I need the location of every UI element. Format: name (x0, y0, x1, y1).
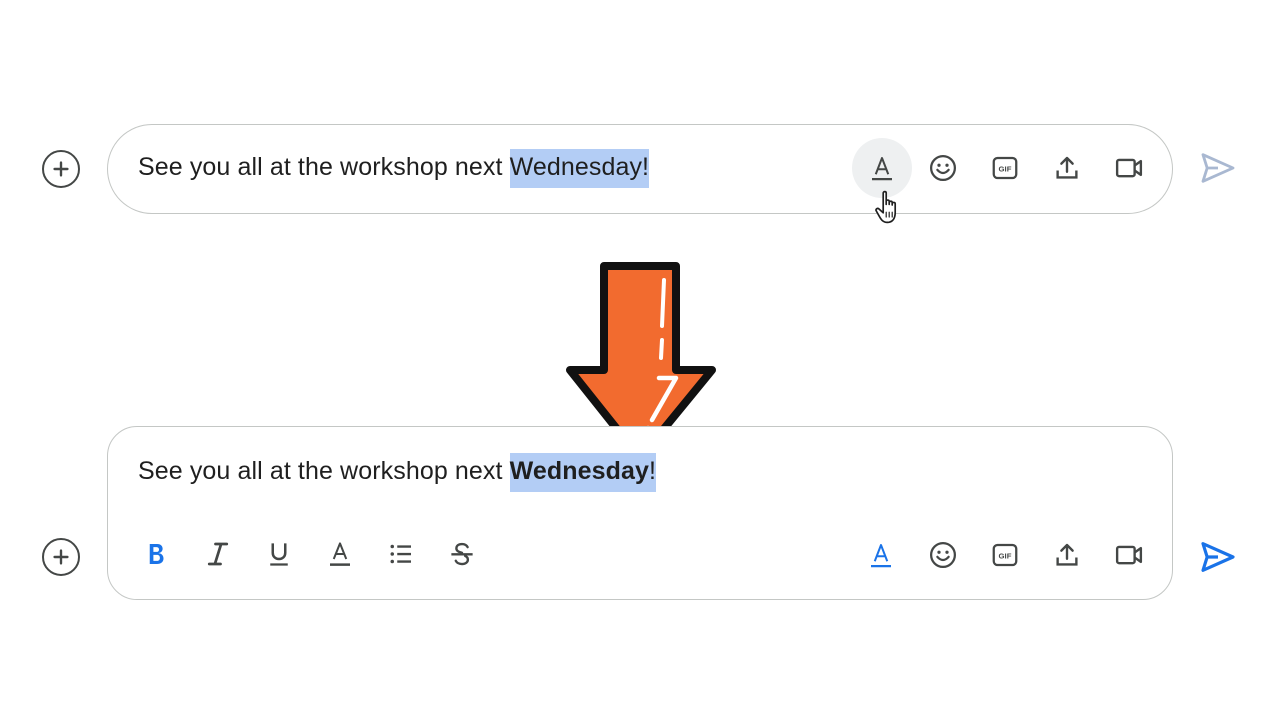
selected-suffix: ! (648, 457, 657, 485)
send-icon (1201, 542, 1235, 572)
add-circle-icon (53, 161, 69, 177)
gif-button[interactable]: GIF (983, 533, 1027, 577)
emoji-button[interactable] (921, 146, 965, 190)
send-icon (1201, 153, 1235, 183)
bulleted-list-icon (390, 544, 411, 564)
gif-button[interactable]: GIF (983, 146, 1027, 190)
emoji-icon (930, 155, 956, 181)
emoji-icon (930, 542, 956, 568)
bulleted-list-button[interactable] (379, 532, 423, 576)
send-button-disabled[interactable] (1196, 146, 1240, 190)
gif-icon: GIF (992, 543, 1018, 567)
gif-label: GIF (999, 551, 1012, 560)
upload-icon (1056, 543, 1078, 566)
italic-icon (207, 542, 229, 566)
text-color-button[interactable] (318, 532, 362, 576)
video-meeting-button[interactable] (1107, 533, 1151, 577)
gif-label: GIF (999, 164, 1012, 173)
underline-icon (270, 543, 288, 566)
format-text-icon (872, 157, 892, 181)
message-composer-collapsed[interactable]: See you all at the workshop next Wednesd… (107, 124, 1173, 214)
video-meeting-icon (1115, 545, 1143, 565)
hand-pointer-icon (875, 190, 897, 224)
selected-text: Wednesday! (509, 149, 650, 188)
underline-button[interactable] (257, 532, 301, 576)
bold-icon (149, 544, 164, 564)
format-text-icon (871, 544, 891, 568)
send-button[interactable] (1196, 535, 1240, 579)
message-text[interactable]: See you all at the workshop next Wednesd… (138, 453, 657, 492)
selected-text: Wednesday! (509, 453, 657, 492)
upload-button[interactable] (1045, 533, 1089, 577)
message-prefix: See you all at the workshop next (138, 153, 510, 181)
bold-button[interactable] (134, 532, 178, 576)
upload-icon (1056, 156, 1078, 179)
add-attachment-button[interactable] (42, 538, 80, 576)
format-text-button[interactable] (859, 533, 903, 577)
video-meeting-icon (1115, 158, 1143, 178)
video-meeting-button[interactable] (1107, 146, 1151, 190)
add-attachment-button[interactable] (42, 150, 80, 188)
italic-button[interactable] (196, 532, 240, 576)
upload-button[interactable] (1045, 146, 1089, 190)
format-text-button[interactable] (852, 138, 912, 198)
strikethrough-button[interactable] (440, 532, 484, 576)
bold-selected-word: Wednesday (509, 457, 649, 485)
message-composer-expanded[interactable]: See you all at the workshop next Wednesd… (107, 426, 1173, 600)
gif-icon: GIF (992, 156, 1018, 180)
emoji-button[interactable] (921, 533, 965, 577)
strikethrough-icon (451, 542, 473, 566)
tutorial-stage: See you all at the workshop next Wednesd… (0, 0, 1280, 720)
message-text[interactable]: See you all at the workshop next Wednesd… (138, 149, 650, 188)
text-color-icon (330, 542, 350, 566)
message-prefix: See you all at the workshop next (138, 457, 510, 485)
add-circle-icon (53, 549, 69, 565)
